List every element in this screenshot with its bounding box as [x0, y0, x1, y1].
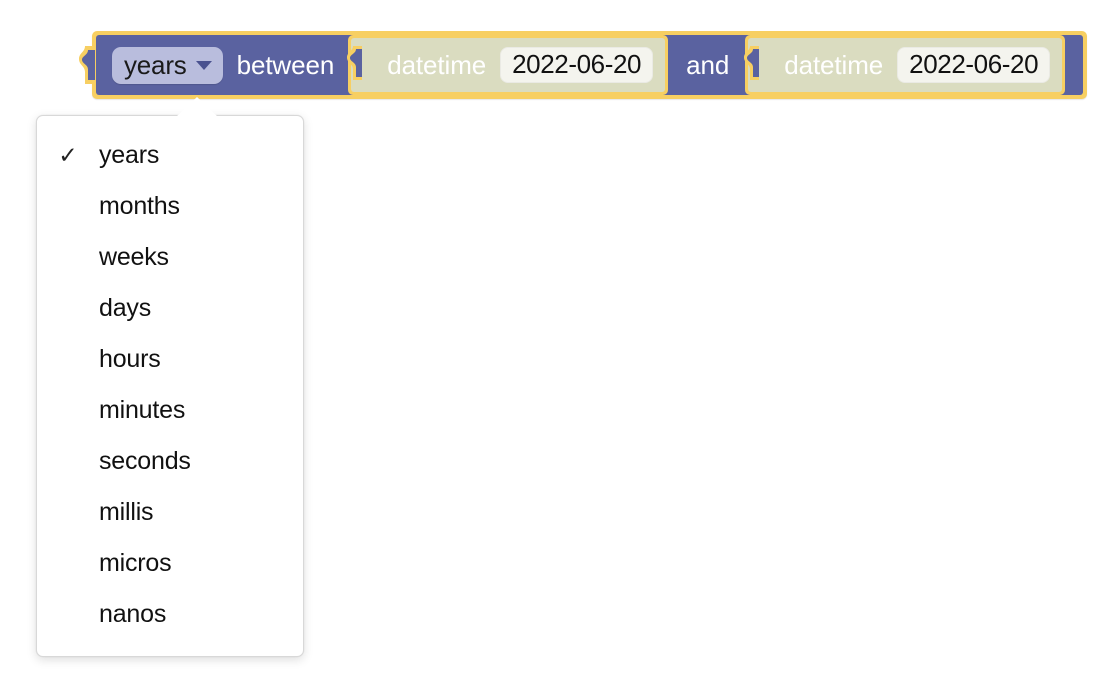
check-icon-placeholder: ✓	[37, 399, 99, 422]
start-datetime-body: datetime 2022-06-20	[351, 38, 666, 92]
check-icon: ✓	[58, 142, 78, 168]
start-datetime-block[interactable]: datetime 2022-06-20	[347, 35, 669, 95]
check-icon-placeholder: ✓	[37, 603, 99, 626]
menu-item-months[interactable]: ✓months	[37, 181, 303, 232]
check-icon-placeholder: ✓	[37, 297, 99, 320]
end-datetime-type-label: datetime	[784, 50, 884, 80]
menu-item-nanos[interactable]: ✓nanos	[37, 589, 303, 640]
menu-pointer-arrow-icon	[176, 97, 218, 117]
end-datetime-block[interactable]: datetime 2022-06-20	[744, 35, 1066, 95]
block-selection-halo: years between datetime 2022-06-20 and da…	[79, 31, 1088, 99]
menu-item-years[interactable]: ✓ years	[37, 130, 303, 181]
unit-dropdown-value: years	[124, 49, 187, 80]
menu-item-label: micros	[99, 549, 172, 577]
and-label: and	[686, 50, 730, 80]
puzzle-notch-icon	[347, 46, 363, 80]
duration-between-block[interactable]: years between datetime 2022-06-20 and da…	[79, 31, 1088, 99]
chevron-down-icon	[195, 61, 212, 70]
puzzle-notch-icon	[79, 46, 95, 84]
menu-item-list: ✓years✓months✓weeks✓days✓hours✓minutes✓s…	[37, 130, 303, 640]
canvas: years between datetime 2022-06-20 and da…	[0, 0, 1098, 690]
check-icon-placeholder: ✓	[37, 450, 99, 473]
menu-item-label: minutes	[99, 396, 186, 424]
start-datetime-type-label: datetime	[387, 50, 487, 80]
menu-item-weeks[interactable]: ✓weeks	[37, 232, 303, 283]
menu-item-label: years	[99, 141, 160, 169]
menu-item-millis[interactable]: ✓millis	[37, 487, 303, 538]
between-label: between	[236, 50, 335, 80]
puzzle-notch-icon	[744, 46, 760, 80]
menu-item-label: months	[99, 192, 180, 220]
check-icon-placeholder: ✓	[37, 195, 99, 218]
check-icon-placeholder: ✓	[37, 552, 99, 575]
menu-item-label: nanos	[99, 600, 167, 628]
start-date-input[interactable]: 2022-06-20	[500, 47, 654, 83]
end-date-input[interactable]: 2022-06-20	[897, 47, 1051, 83]
check-icon-placeholder: ✓	[37, 348, 99, 371]
menu-item-label: millis	[99, 498, 154, 526]
menu-item-label: seconds	[99, 447, 191, 475]
menu-item-seconds[interactable]: ✓seconds	[37, 436, 303, 487]
menu-item-hours[interactable]: ✓hours	[37, 334, 303, 385]
menu-item-days[interactable]: ✓days	[37, 283, 303, 334]
check-icon-placeholder: ✓	[37, 246, 99, 269]
end-datetime-body: datetime 2022-06-20	[748, 38, 1063, 92]
check-icon-placeholder: ✓	[37, 501, 99, 524]
menu-item-micros[interactable]: ✓micros	[37, 538, 303, 589]
block-body: years between datetime 2022-06-20 and da…	[96, 35, 1084, 95]
menu-item-label: days	[99, 294, 152, 322]
unit-dropdown-field[interactable]: years	[112, 46, 223, 84]
menu-item-label: hours	[99, 345, 161, 373]
menu-item-label: weeks	[99, 243, 169, 271]
menu-item-minutes[interactable]: ✓minutes	[37, 385, 303, 436]
unit-dropdown-menu[interactable]: ✓years✓months✓weeks✓days✓hours✓minutes✓s…	[36, 97, 304, 657]
